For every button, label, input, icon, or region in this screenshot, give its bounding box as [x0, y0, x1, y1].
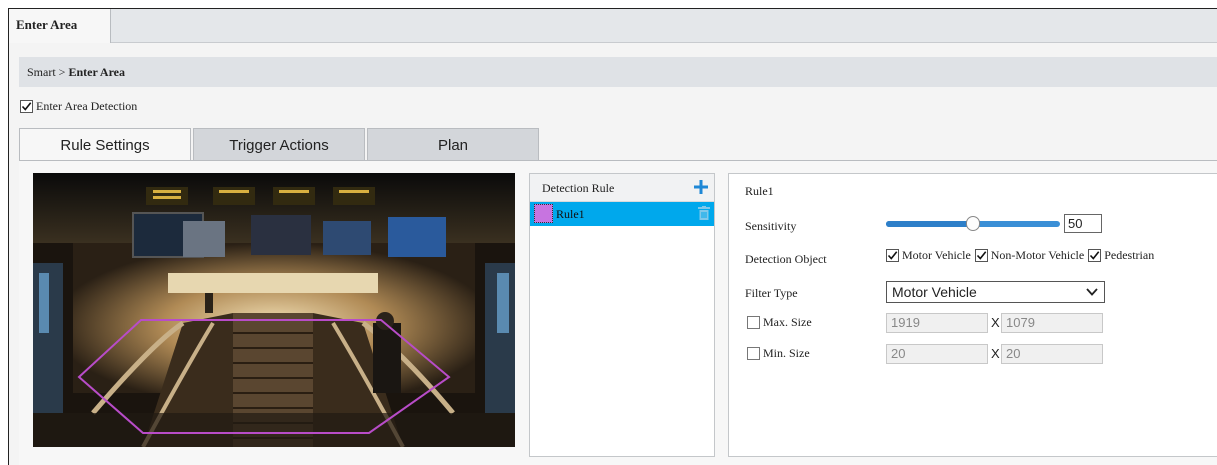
- slider-thumb[interactable]: [966, 216, 980, 231]
- filter-type-label: Filter Type: [745, 286, 798, 300]
- breadcrumb-current: Enter Area: [68, 65, 126, 79]
- rule-color-swatch[interactable]: [534, 204, 553, 223]
- detection-object-options: Motor Vehicle Non-Motor Vehicle Pedestri…: [886, 248, 1158, 263]
- max-size-row: Max. Size: [747, 315, 812, 330]
- slider-fill: [886, 221, 973, 227]
- check-icon: [887, 251, 898, 260]
- sensitivity-input[interactable]: 50: [1064, 214, 1102, 233]
- non-motor-vehicle-label: Non-Motor Vehicle: [990, 248, 1085, 262]
- live-video-preview[interactable]: [33, 173, 515, 447]
- page-tabstrip: Enter Area: [9, 9, 1217, 43]
- rule-list-header: Detection Rule: [530, 174, 714, 202]
- min-size-width-input[interactable]: 20: [886, 344, 988, 364]
- tab-rule-settings[interactable]: Rule Settings: [19, 128, 191, 161]
- non-motor-vehicle-option: Non-Motor Vehicle: [974, 248, 1085, 263]
- escalator-scene-image: [33, 173, 515, 447]
- rule-name: Rule1: [556, 207, 585, 221]
- min-size-label: Min. Size: [763, 346, 810, 360]
- rule-settings-panel: Detection Rule Rule1 Rule1 Sensitivity 5…: [19, 160, 1217, 465]
- rule-list-header-label: Detection Rule: [542, 181, 615, 195]
- pedestrian-option: Pedestrian: [1088, 248, 1154, 263]
- breadcrumb-parent[interactable]: Smart: [27, 65, 56, 79]
- non-motor-vehicle-checkbox[interactable]: [974, 249, 988, 262]
- page-tab-enter-area[interactable]: Enter Area: [9, 9, 111, 43]
- tab-plan[interactable]: Plan: [367, 128, 539, 161]
- chevron-down-icon: [1086, 288, 1098, 296]
- check-icon: [1090, 251, 1100, 260]
- rule-detail-panel: Rule1 Sensitivity 50 Detection Object Mo…: [728, 173, 1217, 457]
- pedestrian-checkbox[interactable]: [1088, 249, 1102, 262]
- motor-vehicle-label: Motor Vehicle: [902, 248, 971, 262]
- detection-object-label: Detection Object: [745, 252, 827, 266]
- main-frame: Enter Area Smart > Enter Area Enter Area…: [8, 8, 1217, 465]
- sensitivity-label: Sensitivity: [745, 219, 797, 233]
- tab-trigger-actions[interactable]: Trigger Actions: [193, 128, 365, 161]
- min-size-separator: X: [991, 346, 1000, 361]
- pedestrian-label: Pedestrian: [1104, 248, 1155, 262]
- filter-type-value: Motor Vehicle: [892, 284, 977, 300]
- min-size-height-input[interactable]: 20: [1001, 344, 1103, 364]
- rule-detail-title: Rule1: [745, 184, 774, 198]
- enable-detection-checkbox[interactable]: [20, 99, 33, 113]
- trash-icon[interactable]: [698, 206, 710, 220]
- check-icon: [21, 101, 32, 111]
- min-size-checkbox[interactable]: [747, 347, 760, 360]
- filter-type-select[interactable]: Motor Vehicle: [886, 281, 1105, 303]
- enable-detection-label: Enter Area Detection: [36, 98, 138, 113]
- max-size-label: Max. Size: [763, 315, 812, 329]
- add-rule-icon[interactable]: [694, 180, 708, 194]
- breadcrumb-separator: >: [58, 65, 66, 79]
- max-size-checkbox[interactable]: [747, 316, 760, 329]
- rule-list-item[interactable]: Rule1: [530, 202, 714, 226]
- enable-detection-row: Enter Area Detection: [20, 97, 137, 115]
- breadcrumb: Smart > Enter Area: [19, 57, 1217, 87]
- max-size-width-input[interactable]: 1919: [886, 313, 988, 333]
- motor-vehicle-checkbox[interactable]: [886, 249, 899, 262]
- detection-rule-list: Detection Rule Rule1: [529, 173, 715, 457]
- min-size-row: Min. Size: [747, 346, 810, 361]
- max-size-height-input[interactable]: 1079: [1001, 313, 1103, 333]
- check-icon: [976, 251, 987, 260]
- sensitivity-slider[interactable]: [886, 216, 1060, 232]
- motor-vehicle-option: Motor Vehicle: [886, 248, 971, 263]
- max-size-separator: X: [991, 315, 1000, 330]
